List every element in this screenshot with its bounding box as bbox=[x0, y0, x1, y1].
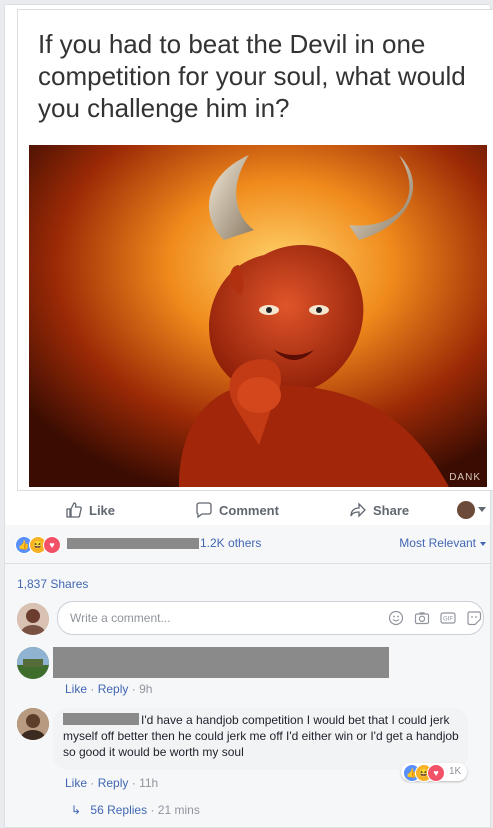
replies-count[interactable]: 56 Replies bbox=[90, 803, 147, 817]
comment-like-link[interactable]: Like bbox=[65, 682, 87, 696]
current-user-avatar[interactable] bbox=[17, 603, 49, 635]
post-action-bar: Like Comment Share bbox=[9, 491, 493, 529]
commenter-avatar[interactable] bbox=[17, 708, 49, 740]
comment-reply-link[interactable]: Reply bbox=[98, 682, 129, 696]
comment-input[interactable]: Write a comment... GIF bbox=[57, 601, 484, 635]
meme-image[interactable]: If you had to beat the Devil in one comp… bbox=[17, 9, 493, 491]
commenter-photo bbox=[17, 647, 49, 679]
post-card: If you had to beat the Devil in one comp… bbox=[4, 4, 493, 529]
like-label: Like bbox=[89, 502, 116, 518]
comment-icon bbox=[196, 502, 212, 519]
gif-icon[interactable]: GIF bbox=[440, 610, 456, 626]
reply-arrow-icon: ↳ bbox=[71, 803, 82, 817]
comment-text: I'd have a handjob competition I would b… bbox=[63, 713, 459, 759]
user-photo bbox=[17, 603, 49, 635]
camera-icon[interactable] bbox=[414, 610, 430, 626]
comments-section: 👍 😆 ♥ 1.2K others Most Relevant 1,837 Sh… bbox=[4, 525, 491, 828]
sort-dropdown[interactable]: Most Relevant bbox=[399, 536, 476, 550]
meme-caption: If you had to beat the Devil in one comp… bbox=[38, 29, 466, 123]
page-avatar-selector[interactable] bbox=[457, 501, 475, 519]
love-icon: ♥ bbox=[427, 764, 445, 782]
comment-placeholder: Write a comment... bbox=[70, 611, 171, 625]
reactions-summary: 👍 😆 ♥ 1.2K others Most Relevant bbox=[5, 525, 490, 564]
comment-reply-link[interactable]: Reply bbox=[98, 776, 129, 790]
like-button[interactable]: Like bbox=[65, 501, 115, 519]
comment-like-link[interactable]: Like bbox=[65, 776, 87, 790]
comment-timestamp[interactable]: 9h bbox=[139, 682, 152, 696]
love-icon[interactable]: ♥ bbox=[43, 536, 61, 554]
reaction-count: 1K bbox=[449, 766, 462, 777]
share-icon bbox=[350, 502, 366, 518]
replies-timestamp: 21 mins bbox=[157, 803, 200, 817]
view-replies-link[interactable]: ↳ 56 Replies · 21 mins bbox=[71, 803, 200, 817]
comment-meta: Like · Reply · 9h bbox=[65, 682, 153, 696]
thumbs-up-icon bbox=[66, 502, 82, 518]
chevron-down-icon[interactable] bbox=[478, 507, 486, 512]
redacted-names bbox=[67, 538, 199, 549]
comment-button[interactable]: Comment bbox=[195, 501, 279, 519]
redacted-comment bbox=[53, 647, 389, 678]
share-label: Share bbox=[373, 502, 410, 518]
sticker-icon[interactable] bbox=[466, 610, 482, 626]
svg-text:GIF: GIF bbox=[443, 617, 453, 623]
comment-meta: Like · Reply · 11h bbox=[65, 776, 159, 790]
devil-illustration bbox=[29, 145, 487, 487]
commenter-avatar[interactable] bbox=[17, 647, 49, 679]
commenter-photo bbox=[17, 708, 49, 740]
devil-photo: DANK bbox=[29, 145, 487, 487]
meme-watermark: DANK bbox=[449, 472, 481, 483]
share-button[interactable]: Share bbox=[349, 501, 409, 519]
sort-chevron-icon[interactable] bbox=[480, 542, 486, 546]
shares-count[interactable]: 1,837 Shares bbox=[17, 577, 88, 591]
comment-label: Comment bbox=[219, 502, 279, 518]
comment-timestamp[interactable]: 11h bbox=[139, 776, 158, 790]
comment-reactions[interactable]: 👍 😆 ♥ 1K bbox=[401, 763, 467, 782]
reactions-others[interactable]: 1.2K others bbox=[200, 536, 261, 550]
emoji-icon[interactable] bbox=[388, 610, 404, 626]
